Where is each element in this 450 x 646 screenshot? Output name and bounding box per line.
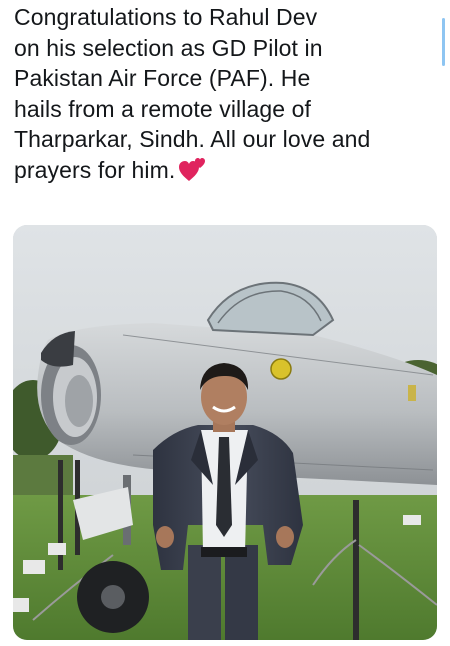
post-text: Congratulations to Rahul Dev on his sele… <box>14 2 439 189</box>
post-text-line: Pakistan Air Force (PAF). He <box>14 65 311 91</box>
post-text-line: hails from a remote village of <box>14 95 312 122</box>
post-text-line: prayers for him. <box>14 156 176 183</box>
two-hearts-icon <box>179 156 207 190</box>
post-photo-image <box>13 225 437 640</box>
post-photo[interactable] <box>13 225 437 640</box>
post-text-line: Congratulations to Rahul Dev <box>14 4 318 30</box>
scroll-indicator[interactable] <box>442 18 445 66</box>
post-text-line: on his selection as GD Pilot in <box>14 34 323 61</box>
post-text-line: Tharparkar, Sindh. All our love and <box>14 126 371 152</box>
post-text-last-line: prayers for him. <box>14 155 439 190</box>
